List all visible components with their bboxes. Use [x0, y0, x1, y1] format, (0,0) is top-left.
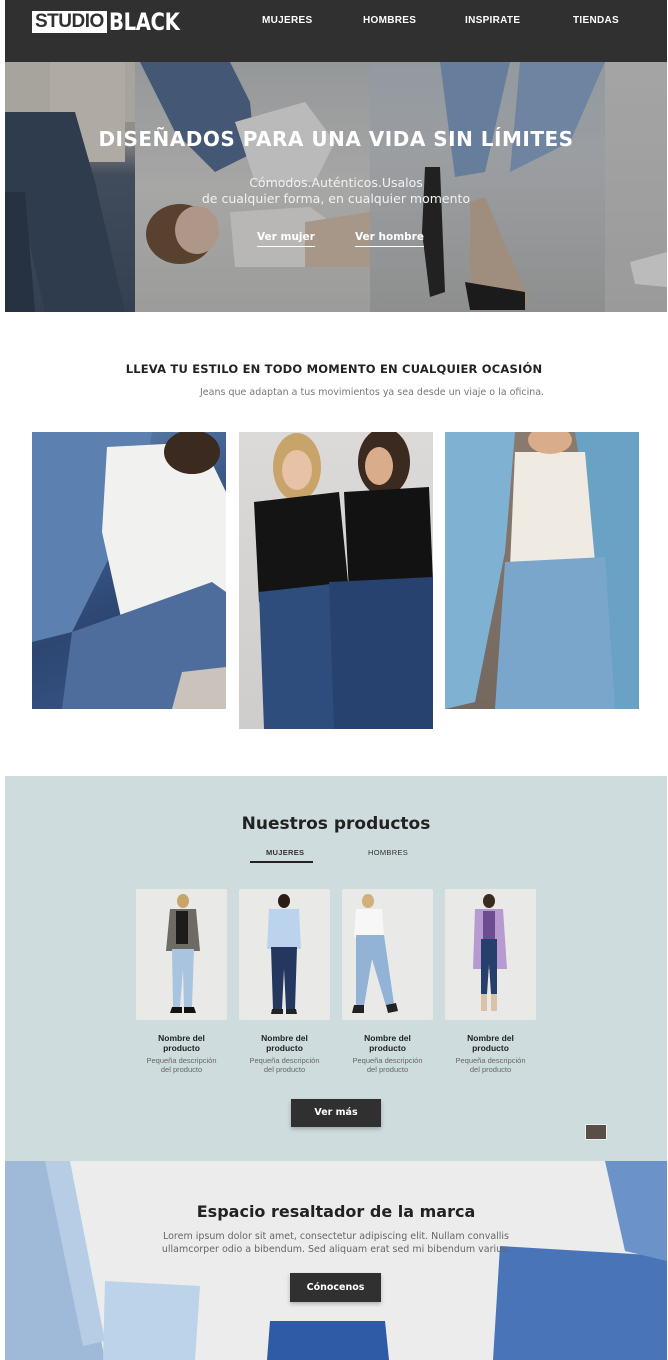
nav-item-tiendas[interactable]: TIENDAS — [573, 15, 619, 26]
hero-banner: DISEÑADOS PARA UNA VIDA SIN LÍMITES Cómo… — [5, 62, 667, 312]
product-name-line1: Nombre del — [158, 1033, 205, 1043]
product-name: Nombre del producto — [445, 1033, 536, 1053]
active-tab-underline — [250, 861, 313, 863]
product-description: Pequeña descripción del producto — [136, 1056, 227, 1074]
hero-link-women[interactable]: Ver mujer — [257, 231, 315, 247]
product-description-line2: del producto — [160, 1065, 203, 1074]
product-description: Pequeña descripción del producto — [239, 1056, 330, 1074]
product-description-line1: Pequeña descripción — [146, 1056, 217, 1065]
product-image-figure — [166, 894, 200, 1013]
hero-subtitle-line2: de cualquier forma, en cualquier momento — [201, 191, 471, 206]
brand-text: Lorem ipsum dolor sit amet, consectetur … — [161, 1231, 511, 1255]
product-image-figure — [267, 894, 301, 1014]
product-image[interactable] — [136, 889, 227, 1020]
style-photo-denim-jacket-man — [32, 432, 226, 709]
nav-item-mujeres[interactable]: MUJERES — [262, 15, 312, 26]
brand-jeans-collage — [5, 1161, 667, 1360]
product-card[interactable]: Nombre del producto Pequeña descripción … — [445, 889, 536, 1074]
product-image-figure — [352, 894, 398, 1013]
product-description-line1: Pequeña descripción — [455, 1056, 526, 1065]
products-title: Nuestros productos — [241, 814, 431, 834]
brand-section: Espacio resaltador de la marca Lorem ips… — [5, 1161, 667, 1360]
style-photo-two-women-figure — [254, 432, 433, 729]
product-name-line2: producto — [369, 1043, 406, 1053]
style-photo-blue-jacket-woman — [445, 432, 639, 709]
product-name-line1: Nombre del — [364, 1033, 411, 1043]
product-description-line2: del producto — [469, 1065, 512, 1074]
style-photo-denim-jacket-man-figure — [32, 432, 226, 709]
floating-thumbnail[interactable] — [585, 1124, 607, 1140]
product-name-line1: Nombre del — [261, 1033, 308, 1043]
product-name: Nombre del producto — [342, 1033, 433, 1053]
product-card[interactable]: Nombre del producto Pequeña descripción … — [342, 889, 433, 1074]
brand-title: Espacio resaltador de la marca — [196, 1202, 476, 1221]
about-button[interactable]: Cónocenos — [290, 1273, 381, 1302]
product-name-line2: producto — [266, 1043, 303, 1053]
products-section: Nuestros productos MUJERES HOMBRES Nombr… — [5, 776, 667, 1161]
hero-link-men[interactable]: Ver hombre — [355, 231, 424, 247]
nav-item-inspirate[interactable]: INSPIRATE — [465, 15, 520, 26]
product-description-line1: Pequeña descripción — [352, 1056, 423, 1065]
see-more-button[interactable]: Ver más — [291, 1099, 381, 1127]
product-description: Pequeña descripción del producto — [342, 1056, 433, 1074]
main-nav: MUJERES HOMBRES INSPIRATE TIENDAS — [5, 15, 667, 29]
product-card[interactable]: Nombre del producto Pequeña descripción … — [239, 889, 330, 1074]
product-description-line2: del producto — [366, 1065, 409, 1074]
product-name: Nombre del producto — [136, 1033, 227, 1053]
hero-subtitle-line1: Cómodos.Auténticos.Usalos — [249, 175, 423, 190]
product-image-figure — [473, 894, 507, 1011]
style-section-title: LLEVA TU ESTILO EN TODO MOMENTO EN CUALQ… — [125, 362, 543, 376]
style-photo-two-women — [239, 432, 433, 729]
style-section-subtitle: Jeans que adaptan a tus movimientos ya s… — [200, 387, 545, 398]
product-card[interactable]: Nombre del producto Pequeña descripción … — [136, 889, 227, 1074]
style-photo-blue-jacket-woman-figure — [445, 432, 639, 709]
product-image[interactable] — [342, 889, 433, 1020]
hero-subtitle: Cómodos.Auténticos.Usalos de cualquier f… — [5, 175, 667, 207]
product-description-line1: Pequeña descripción — [249, 1056, 320, 1065]
nav-item-hombres[interactable]: HOMBRES — [363, 15, 416, 26]
product-name: Nombre del producto — [239, 1033, 330, 1053]
tab-hombres[interactable]: HOMBRES — [368, 848, 408, 857]
product-name-line1: Nombre del — [467, 1033, 514, 1043]
product-image[interactable] — [445, 889, 536, 1020]
site-header: STUDIO BLACK MUJERES HOMBRES INSPIRATE T… — [5, 0, 667, 62]
product-name-line2: producto — [163, 1043, 200, 1053]
product-name-line2: producto — [472, 1043, 509, 1053]
product-image[interactable] — [239, 889, 330, 1020]
product-description: Pequeña descripción del producto — [445, 1056, 536, 1074]
hero-title: DISEÑADOS PARA UNA VIDA SIN LÍMITES — [98, 127, 574, 151]
product-description-line2: del producto — [263, 1065, 306, 1074]
